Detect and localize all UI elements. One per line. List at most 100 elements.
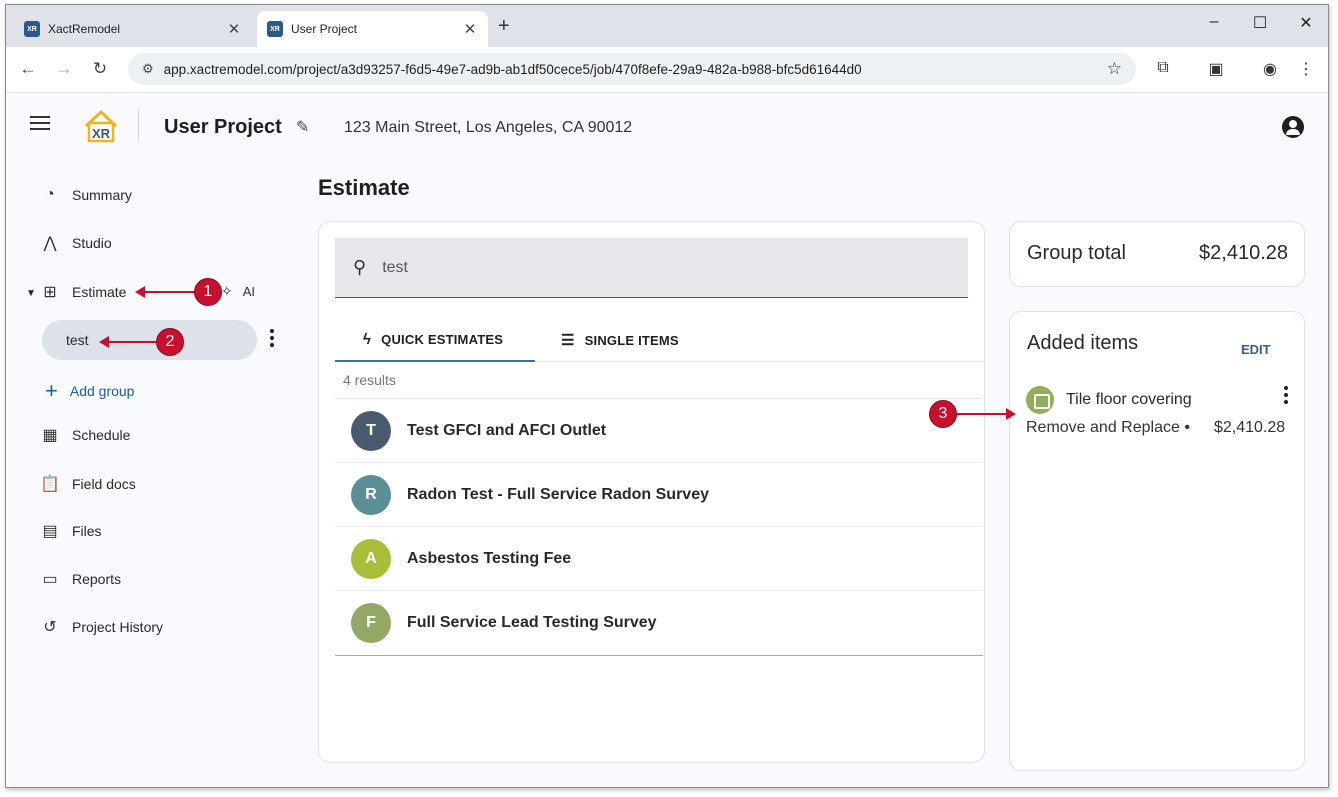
sidebar-item-label: Summary — [72, 187, 132, 203]
tab-strip: XR XactRemodel ✕ XR User Project ✕ + – ☐… — [6, 5, 1328, 47]
callout-badge: 2 — [156, 328, 184, 356]
avatar: R — [351, 474, 391, 515]
group-more-icon[interactable] — [270, 329, 274, 350]
tab-search-icon[interactable]: ▣ — [1204, 59, 1228, 79]
project-address: 123 Main Street, Los Angeles, CA 90012 — [344, 119, 633, 136]
group-total-label: Group total — [1027, 242, 1126, 264]
new-tab-button[interactable]: + — [498, 15, 510, 38]
tab-label: User Project — [291, 22, 358, 36]
xr-favicon-icon: XR — [267, 21, 283, 37]
project-title: User Project — [164, 116, 282, 138]
sidebar-item-label: Field docs — [72, 476, 136, 492]
extensions-icon[interactable]: ⧉ — [1151, 59, 1175, 77]
callout-arrow — [99, 336, 157, 348]
history-icon: ↺ — [43, 619, 57, 636]
account-circle-icon[interactable] — [1282, 116, 1304, 138]
add-group-button[interactable]: + Add group — [45, 378, 134, 404]
added-items-heading: Added items — [1027, 332, 1139, 354]
estimate-tabs: ϟ QUICK ESTIMATES ☰ SINGLE ITEMS — [335, 318, 985, 362]
ai-button[interactable]: ✧ AI — [221, 283, 255, 300]
tile-category-icon — [1026, 386, 1054, 414]
added-item-price: $2,410.28 — [1214, 419, 1286, 436]
group-total-card: Group total $2,410.28 — [1009, 221, 1305, 287]
list-item-label: Asbestos Testing Fee — [407, 549, 572, 567]
photo-library-icon: ▤ — [42, 523, 58, 540]
added-items-card: Added items EDIT Tile floor covering Rem… — [1009, 311, 1305, 771]
sidebar-item-project-history[interactable]: ↺ Project History — [39, 615, 163, 639]
browser-window: XR XactRemodel ✕ XR User Project ✕ + – ☐… — [5, 4, 1329, 788]
sidebar-item-label: Reports — [72, 571, 122, 587]
sidebar-item-field-docs[interactable]: 📋 Field docs — [39, 472, 136, 496]
list-item[interactable]: R Radon Test - Full Service Radon Survey — [335, 463, 983, 527]
gauge-icon: ◔ — [45, 186, 55, 203]
page-title: Estimate — [318, 175, 410, 200]
sidebar-item-studio[interactable]: ⋀ Studio — [39, 231, 112, 255]
avatar: A — [351, 538, 391, 579]
forward-arrow-icon[interactable]: → — [52, 59, 76, 79]
app-header: XR User Project ✎ 123 Main Street, Los A… — [6, 94, 1328, 158]
sidebar-item-label: Files — [72, 523, 102, 539]
bookmark-star-icon[interactable]: ☆ — [1107, 59, 1122, 79]
close-tab-icon[interactable]: ✕ — [462, 20, 478, 38]
close-tab-icon[interactable]: ✕ — [226, 20, 242, 38]
clipboard-plus-icon: 📋 — [40, 476, 60, 493]
compass-icon: ⋀ — [43, 235, 57, 252]
sidebar-item-label: Project History — [72, 619, 164, 635]
profile-icon[interactable]: ◉ — [1258, 59, 1282, 79]
list-item[interactable]: F Full Service Lead Testing Survey — [335, 591, 983, 655]
avatar: T — [351, 410, 391, 451]
document-icon: ▭ — [42, 571, 58, 588]
hamburger-menu-icon[interactable] — [30, 116, 50, 134]
sidebar-item-label: Estimate — [72, 284, 127, 300]
back-arrow-icon[interactable]: ← — [16, 59, 40, 79]
sidebar-item-label: Studio — [72, 235, 112, 251]
maximize-button[interactable]: ☐ — [1240, 13, 1280, 33]
sidebar-item-schedule[interactable]: ▦ Schedule — [39, 423, 130, 447]
minimize-button[interactable]: – — [1194, 13, 1234, 31]
browser-toolbar: ← → ↻ ⚙ app.xactremodel.com/project/a3d9… — [6, 47, 1328, 93]
calculator-icon: ⊞ — [43, 284, 57, 301]
tab-label: XactRemodel — [48, 22, 121, 36]
group-label: test — [66, 332, 89, 348]
added-item[interactable]: Tile floor covering — [1026, 386, 1192, 414]
search-input[interactable]: ⚲ test — [335, 238, 968, 298]
sidebar-item-reports[interactable]: ▭ Reports — [39, 567, 121, 591]
xr-favicon-icon: XR — [24, 21, 40, 37]
reload-icon[interactable]: ↻ — [88, 59, 112, 79]
list-item-label: Full Service Lead Testing Survey — [407, 614, 657, 631]
site-info-icon[interactable]: ⚙ — [142, 61, 154, 77]
edit-pencil-icon[interactable]: ✎ — [296, 117, 309, 137]
list-item[interactable]: T Test GFCI and AFCI Outlet — [335, 399, 983, 463]
browser-tab-user-project[interactable]: XR User Project ✕ — [257, 11, 488, 47]
close-window-button[interactable]: ✕ — [1286, 13, 1326, 33]
add-group-label: Add group — [69, 383, 135, 399]
list-item-label: Radon Test - Full Service Radon Survey — [407, 485, 709, 503]
browser-tab-xactremodel[interactable]: XR XactRemodel ✕ — [14, 11, 252, 47]
plus-icon: + — [45, 378, 58, 403]
xactremodel-logo: XR — [84, 109, 118, 143]
tab-single-items[interactable]: ☰ SINGLE ITEMS — [561, 318, 679, 362]
callout-badge: 1 — [194, 278, 222, 306]
sidebar-item-label: Schedule — [72, 427, 131, 443]
callout-arrow — [135, 286, 195, 298]
tab-quick-estimates[interactable]: ϟ QUICK ESTIMATES — [335, 318, 535, 362]
browser-menu-icon[interactable]: ⋮ — [1294, 59, 1318, 79]
results-list: T Test GFCI and AFCI Outlet R Radon Test… — [335, 398, 983, 656]
list-item-label: Test GFCI and AFCI Outlet — [407, 421, 607, 439]
added-item-detail: Remove and Replace • … — [1026, 419, 1196, 436]
sidebar-item-estimate[interactable]: ⊞ Estimate — [39, 280, 126, 304]
estimate-group-test[interactable]: test — [42, 320, 257, 360]
added-item-name: Tile floor covering — [1066, 391, 1192, 408]
sidebar-item-files[interactable]: ▤ Files — [39, 519, 102, 543]
collapse-caret-icon[interactable]: ▼ — [26, 288, 36, 299]
address-bar[interactable]: ⚙ app.xactremodel.com/project/a3d93257-f… — [128, 53, 1136, 85]
group-total-value: $2,410.28 — [1199, 242, 1288, 264]
list-item[interactable]: A Asbestos Testing Fee — [335, 527, 983, 591]
callout-badge: 3 — [929, 400, 957, 428]
item-more-icon[interactable] — [1284, 386, 1288, 407]
edit-button[interactable]: EDIT — [1241, 342, 1271, 357]
sidebar-item-summary[interactable]: ◔ Summary — [39, 183, 132, 207]
ai-label: AI — [242, 284, 256, 299]
callout-arrow — [956, 408, 1016, 420]
ai-sparkle-icon: ✧ — [221, 283, 233, 299]
